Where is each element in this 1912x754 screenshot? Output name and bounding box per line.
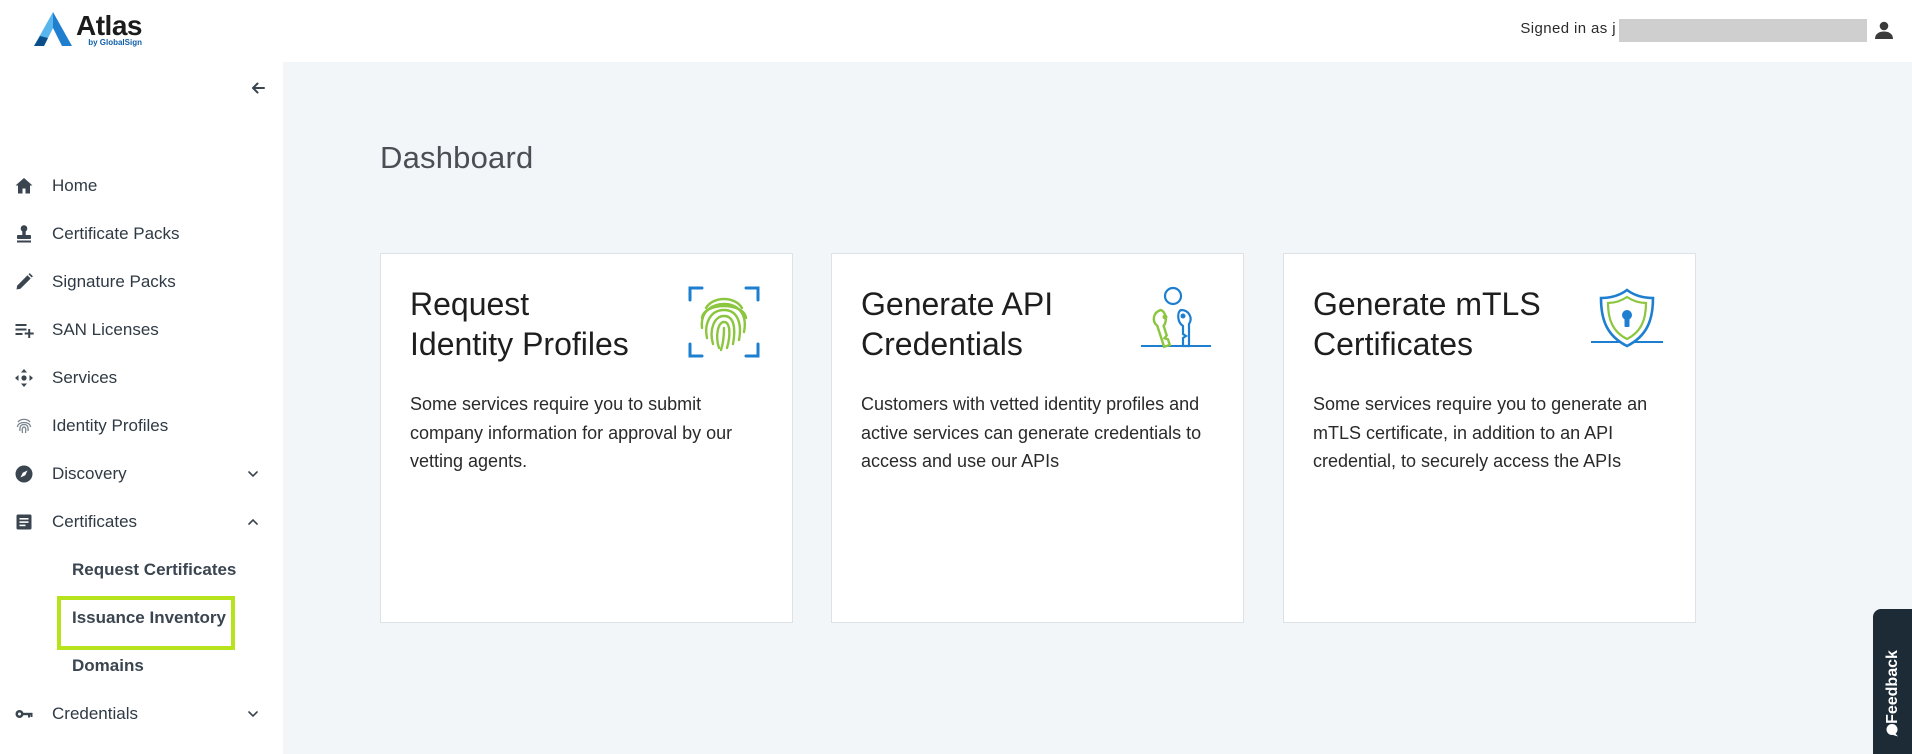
- card-request-identity-profiles[interactable]: Request Identity Profiles Some services …: [380, 253, 793, 623]
- sidebar-item-home[interactable]: Home: [0, 162, 283, 210]
- compass-icon: [15, 465, 33, 483]
- key-icon: [15, 710, 33, 718]
- card-description: Customers with vetted identity profiles …: [861, 394, 1202, 471]
- signed-in-label: Signed in as j: [1520, 20, 1616, 37]
- sidebar-item-discovery[interactable]: Discovery: [0, 450, 283, 498]
- sidebar-item-signature-packs[interactable]: Signature Packs: [0, 258, 283, 306]
- sidebar-item-label: SAN Licenses: [52, 320, 159, 339]
- document-icon: [16, 514, 32, 530]
- main-content: Dashboard Request Identity Profiles Some…: [283, 62, 1912, 754]
- card-title: Request Identity Profiles: [410, 284, 680, 364]
- sidebar-item-san-licenses[interactable]: SAN Licenses: [0, 306, 283, 354]
- sidebar-item-services[interactable]: Services: [0, 354, 283, 402]
- card-generate-api-credentials[interactable]: Generate API Credentials Customers with …: [831, 253, 1244, 623]
- sidebar-item-label: Signature Packs: [52, 272, 176, 291]
- redacted-username: [1619, 19, 1867, 42]
- keys-icon: [1141, 286, 1211, 349]
- pencil-icon: [16, 273, 33, 290]
- collapse-sidebar-arrow-icon[interactable]: [248, 78, 268, 98]
- fingerprint-scan-icon: [688, 286, 760, 358]
- sidebar-subitem-label: Domains: [72, 656, 144, 675]
- chevron-down-icon[interactable]: [246, 467, 260, 481]
- fingerprint-icon: [16, 418, 32, 434]
- sidebar-subitem-label: Request Certificates: [72, 560, 237, 579]
- services-icon: [15, 369, 33, 387]
- card-title-line: Generate API: [861, 286, 1054, 322]
- sidebar-item-credentials[interactable]: Credentials: [0, 690, 283, 738]
- sidebar-subitem-domains[interactable]: Domains: [0, 642, 283, 690]
- sidebar: Home Certificate Packs Signature Packs S…: [0, 62, 283, 754]
- top-bar: Atlas by GlobalSign Signed in as j: [0, 0, 1912, 62]
- card-title-line: Credentials: [861, 326, 1023, 362]
- feedback-tab[interactable]: Feedback: [1873, 609, 1912, 754]
- card-title-line: Certificates: [1313, 326, 1474, 362]
- user-account-icon[interactable]: [1872, 18, 1896, 42]
- sidebar-item-label: Home: [52, 176, 98, 195]
- chevron-up-icon[interactable]: [246, 515, 260, 529]
- card-title-line: Generate mTLS: [1313, 286, 1541, 322]
- sidebar-item-label: Discovery: [52, 464, 127, 483]
- sidebar-item-label: Services: [52, 368, 118, 387]
- card-title-line: Request: [410, 286, 530, 322]
- chat-bubble-icon: [1886, 724, 1898, 737]
- card-title: Generate API Credentials: [861, 284, 1131, 364]
- sidebar-item-label: Certificates: [52, 512, 138, 531]
- card-title: Generate mTLS Certificates: [1313, 284, 1583, 364]
- card-description: Some services require you to submit comp…: [410, 394, 733, 471]
- sidebar-item-certificates[interactable]: Certificates: [0, 498, 283, 546]
- card-generate-mtls-certificates[interactable]: Generate mTLS Certificates Some services…: [1283, 253, 1696, 623]
- sidebar-subitem-request-certificates[interactable]: Request Certificates: [0, 546, 283, 594]
- stamp-icon: [17, 225, 31, 243]
- chevron-down-icon[interactable]: [246, 707, 260, 721]
- card-title-line: Identity Profiles: [410, 326, 629, 362]
- page-title: Dashboard: [380, 140, 534, 175]
- atlas-logo[interactable]: Atlas by GlobalSign: [32, 10, 142, 48]
- sidebar-item-label: Certificate Packs: [52, 224, 180, 243]
- sidebar-item-label: Identity Profiles: [52, 416, 169, 435]
- atlas-logo-icon: [34, 12, 72, 46]
- playlist-add-icon: [15, 324, 34, 338]
- logo-wordmark: Atlas: [76, 10, 142, 41]
- home-icon: [15, 178, 33, 194]
- feedback-label: Feedback: [1883, 650, 1901, 725]
- sidebar-item-certificate-packs[interactable]: Certificate Packs: [0, 210, 283, 258]
- sidebar-subitem-issuance-inventory[interactable]: Issuance Inventory: [0, 594, 283, 650]
- card-description: Some services require you to generate an…: [1313, 394, 1648, 471]
- shield-lock-icon: [1591, 288, 1663, 348]
- sidebar-item-identity-profiles[interactable]: Identity Profiles: [0, 402, 283, 450]
- sidebar-nav: Home Certificate Packs Signature Packs S…: [0, 162, 283, 738]
- sidebar-item-label: Credentials: [52, 704, 138, 723]
